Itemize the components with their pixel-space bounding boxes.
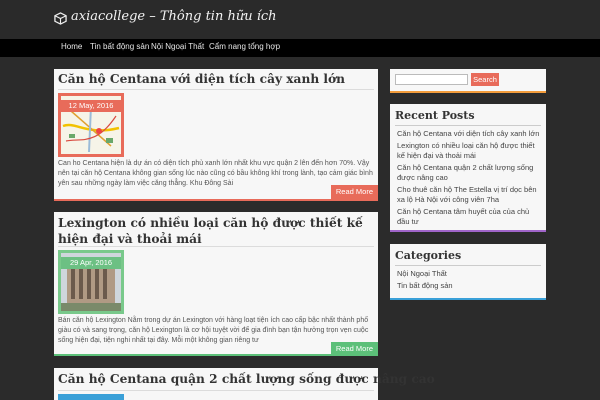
recent-post-link[interactable]: Căn hộ Centana quận 2 chất lượng sống đư…: [397, 163, 543, 183]
recent-posts-widget: Recent Posts Căn hộ Centana với diện tíc…: [390, 104, 546, 232]
post-title[interactable]: Căn hộ Centana với diện tích cây xanh lớ…: [58, 72, 345, 86]
post-date: 29 Apr, 2016: [61, 257, 121, 269]
search-widget: Search: [390, 69, 546, 93]
read-more-button[interactable]: Read More: [330, 185, 378, 199]
widget-title: Recent Posts: [395, 109, 475, 122]
nav-item-real-estate-news[interactable]: Tin bất động sản: [90, 42, 149, 51]
post-thumbnail[interactable]: 12 May, 2016: [58, 93, 124, 157]
post-date: 12 May, 2016: [61, 100, 121, 112]
post-card: Căn hộ Centana quận 2 chất lượng sống đư…: [54, 368, 435, 400]
widget-accent-bar: [390, 298, 546, 300]
post-card: Lexington có nhiều loại căn hộ được thiế…: [54, 212, 378, 356]
categories-list: Nội Ngoại Thất Tin bất động sản: [397, 269, 543, 293]
post-title[interactable]: Căn hộ Centana quận 2 chất lượng sống đư…: [58, 372, 435, 386]
nav-item-home[interactable]: Home: [61, 42, 82, 51]
search-button[interactable]: Search: [471, 73, 499, 86]
widget-divider: [395, 125, 541, 126]
post-excerpt: Can ho Centana hiện là dự án có diện tíc…: [58, 160, 373, 187]
recent-post-link[interactable]: Căn hộ Centana với diện tích cây xanh lớ…: [397, 129, 543, 139]
recent-posts-list: Căn hộ Centana với diện tích cây xanh lớ…: [397, 129, 543, 229]
post-title[interactable]: Lexington có nhiều loại căn hộ được thiế…: [58, 215, 374, 247]
category-link[interactable]: Tin bất động sản: [397, 281, 543, 291]
widget-accent-bar: [390, 230, 546, 232]
recent-post-link[interactable]: Cho thuê căn hộ The Estella vị trí dọc b…: [397, 185, 543, 205]
main-nav: Home Tin bất động sản Nội Ngoại Thất Cẩm…: [0, 39, 600, 57]
nav-item-handbook[interactable]: Cẩm nang tổng hợp: [209, 42, 280, 51]
site-title[interactable]: axiacollege – Thông tin hữu ích: [71, 9, 277, 24]
widget-divider: [395, 265, 541, 266]
post-accent-bar: [54, 354, 378, 356]
post-divider: [58, 89, 374, 90]
categories-widget: Categories Nội Ngoại Thất Tin bất động s…: [390, 244, 546, 300]
nav-item-interior[interactable]: Nội Ngoại Thất: [151, 42, 204, 51]
widget-accent-bar: [390, 91, 546, 93]
recent-post-link[interactable]: Lexington có nhiều loại căn hộ được thiế…: [397, 141, 543, 161]
recent-post-link[interactable]: Căn hộ Centana tâm huyết của của chủ đầu…: [397, 207, 543, 227]
post-thumbnail[interactable]: 29 Apr, 2016: [58, 250, 124, 314]
post-thumbnail[interactable]: [58, 394, 124, 400]
category-link[interactable]: Nội Ngoại Thất: [397, 269, 543, 279]
search-input[interactable]: [395, 74, 468, 85]
post-divider: [58, 246, 374, 247]
widget-title: Categories: [395, 249, 462, 262]
site-header: axiacollege – Thông tin hữu ích: [0, 0, 600, 39]
post-excerpt: Bán căn hộ Lexington Nằm trong dự án Lex…: [58, 317, 369, 344]
post-card: Căn hộ Centana với diện tích cây xanh lớ…: [54, 69, 378, 201]
post-accent-bar: [54, 199, 378, 201]
post-divider: [58, 390, 374, 391]
cube-icon: [54, 12, 67, 25]
